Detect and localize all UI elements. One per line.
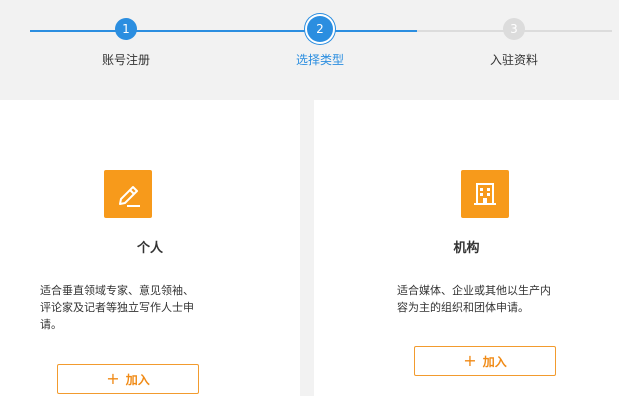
step-number-badge: 1: [115, 18, 137, 40]
pencil-sign-icon: [104, 170, 152, 218]
description-line: 评论家及记者等独立写作人士申: [40, 301, 194, 314]
building-icon: [461, 170, 509, 218]
step-number-badge: 2: [307, 16, 333, 42]
progress-stepper: 1 账号注册 2 选择类型 3 入驻资料: [0, 0, 619, 100]
plus-icon: +: [106, 369, 120, 388]
card-description: 适合媒体、企业或其他以生产内 容为主的组织和团体申请。: [397, 282, 587, 316]
join-personal-button[interactable]: + 加入: [57, 364, 199, 394]
organization-type-card: 机构 适合媒体、企业或其他以生产内 容为主的组织和团体申请。 + 加入: [314, 100, 619, 396]
step-label: 选择类型: [295, 53, 344, 67]
description-line: 适合垂直领域专家、意见领袖、: [40, 284, 194, 297]
description-line: 请。: [40, 318, 62, 331]
card-title: 机构: [453, 241, 480, 256]
button-label: 加入: [125, 372, 150, 387]
step-account-register: 1 账号注册: [56, 18, 196, 68]
plus-icon: +: [463, 351, 477, 370]
step-select-type: 2 选择类型: [250, 16, 390, 68]
card-title: 个人: [136, 241, 163, 256]
description-line: 适合媒体、企业或其他以生产内: [397, 284, 551, 297]
personal-type-card: 个人 适合垂直领域专家、意见领袖、 评论家及记者等独立写作人士申 请。 + 加入: [0, 100, 300, 396]
step-number-badge: 3: [503, 18, 525, 40]
description-line: 容为主的组织和团体申请。: [397, 301, 529, 314]
step-label: 账号注册: [101, 53, 150, 67]
card-description: 适合垂直领域专家、意见领袖、 评论家及记者等独立写作人士申 请。: [40, 282, 230, 333]
button-label: 加入: [482, 354, 507, 369]
join-organization-button[interactable]: + 加入: [414, 346, 556, 376]
step-profile-info: 3 入驻资料: [444, 18, 584, 68]
step-label: 入驻资料: [489, 53, 538, 67]
